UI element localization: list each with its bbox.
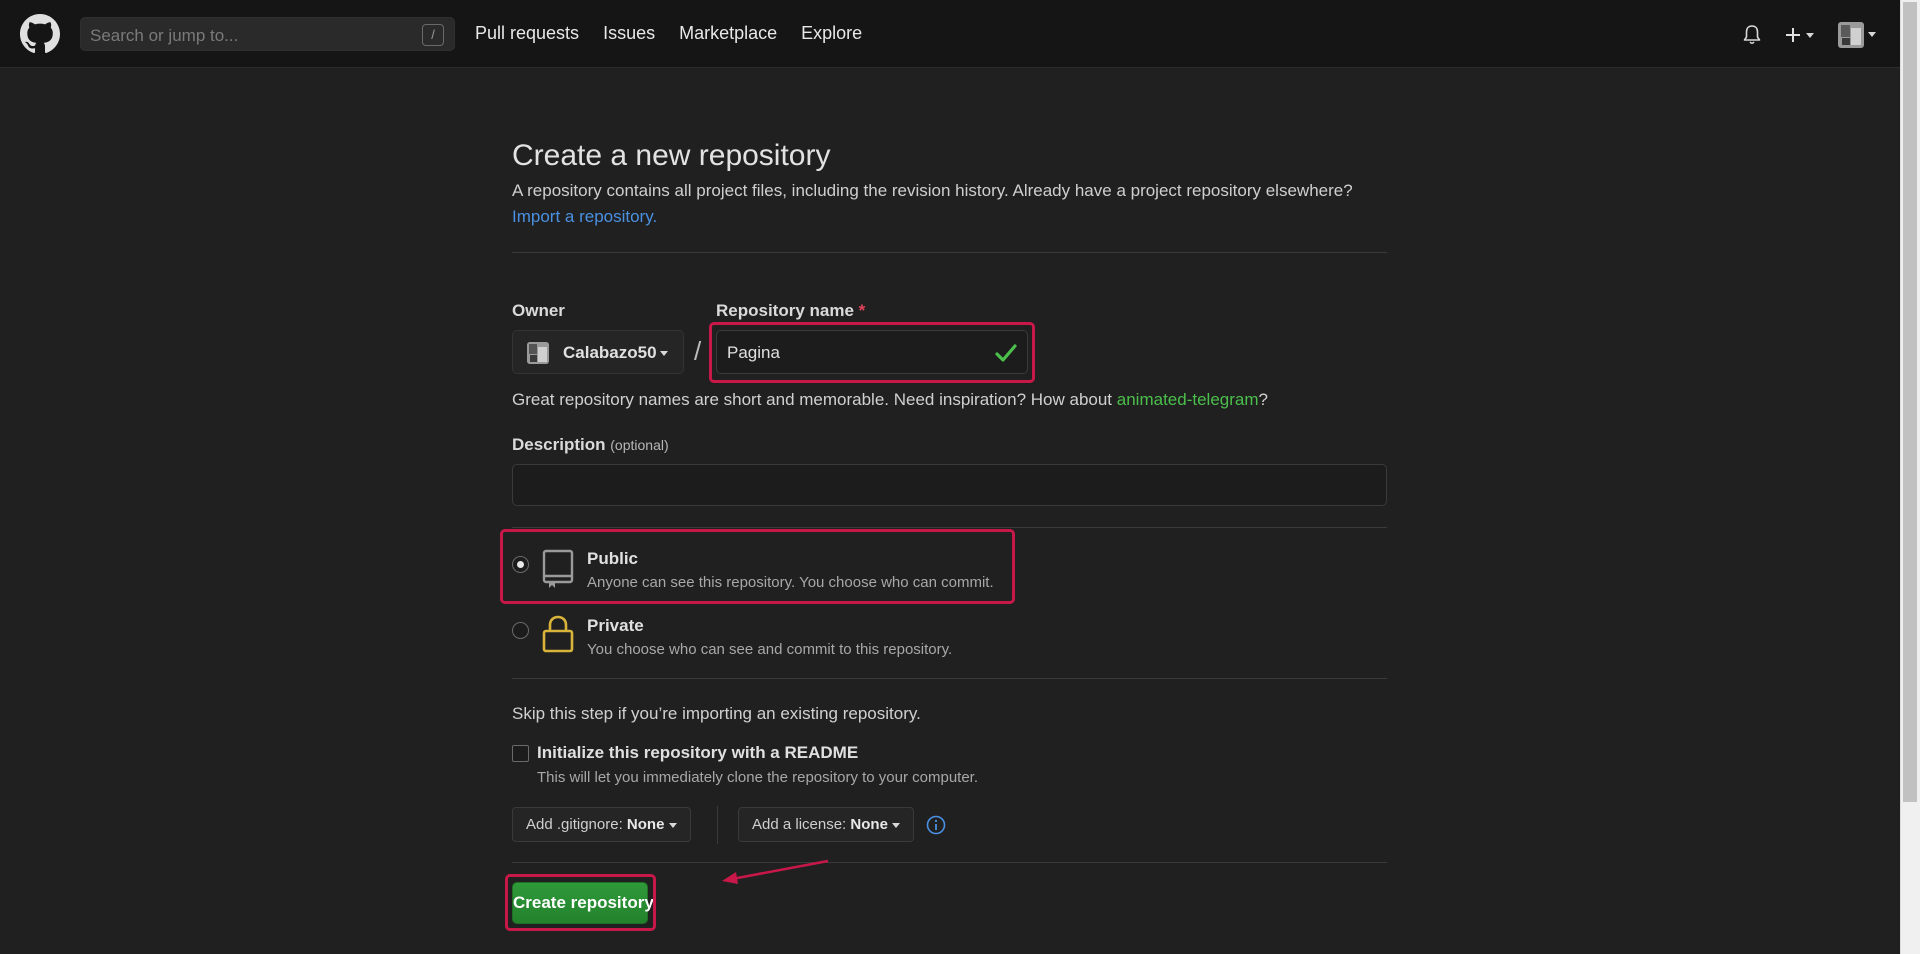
top-header: Search or jump to... / Pull requests Iss…	[0, 0, 1900, 68]
page-subtitle: A repository contains all project files,…	[512, 181, 1353, 200]
public-title: Public	[587, 549, 639, 568]
repository-name-label: Repository name *	[716, 301, 866, 320]
highlight-box-public	[500, 529, 1015, 604]
page-title: Create a new repository	[512, 139, 831, 172]
private-title: Private	[587, 616, 644, 635]
main-nav: Pull requests Issues Marketplace Explore	[475, 23, 862, 44]
owner-label: Owner	[512, 301, 565, 320]
chevron-down-icon	[660, 351, 668, 356]
divider	[512, 678, 1387, 679]
chevron-down-icon	[892, 822, 901, 828]
gitignore-select[interactable]: Add .gitignore: None	[512, 807, 691, 842]
description-label: Description (optional)	[512, 435, 669, 454]
nav-marketplace[interactable]: Marketplace	[679, 23, 777, 44]
create-repository-button[interactable]: Create repository	[512, 882, 654, 924]
user-avatar-menu[interactable]	[1838, 20, 1882, 50]
repo-icon	[542, 549, 574, 588]
repository-name-value: Pagina	[727, 343, 780, 362]
notifications-bell-icon[interactable]	[1742, 20, 1766, 50]
gitignore-value: None	[626, 816, 665, 833]
owner-repo-separator: /	[694, 336, 702, 366]
chevron-down-icon	[1868, 32, 1877, 38]
divider	[512, 252, 1387, 253]
nav-issues[interactable]: Issues	[603, 23, 655, 44]
init-readme-description: This will let you immediately clone the …	[537, 769, 979, 786]
lock-icon	[542, 615, 574, 653]
search-placeholder: Search or jump to...	[90, 26, 239, 45]
github-logo-icon[interactable]	[20, 14, 60, 54]
nav-pull-requests[interactable]: Pull requests	[475, 23, 579, 44]
check-icon	[995, 344, 1017, 362]
divider	[717, 806, 718, 844]
private-radio[interactable]	[512, 622, 529, 639]
description-input[interactable]	[512, 464, 1387, 506]
import-repository-link[interactable]: Import a repository.	[512, 207, 657, 227]
divider	[512, 862, 1387, 863]
owner-name: Calabazo50	[563, 343, 657, 362]
search-input[interactable]: Search or jump to... /	[80, 17, 455, 51]
name-suggestion-link[interactable]: animated-telegram	[1117, 390, 1259, 409]
gitignore-label: Add .gitignore:	[526, 816, 623, 833]
chevron-down-icon	[1806, 33, 1815, 39]
nav-explore[interactable]: Explore	[801, 23, 862, 44]
license-select[interactable]: Add a license: None	[738, 807, 915, 842]
private-description: You choose who can see and commit to thi…	[587, 641, 953, 658]
scrollbar-thumb[interactable]	[1903, 2, 1917, 802]
avatar	[1838, 22, 1864, 48]
required-mark: *	[858, 301, 866, 320]
owner-select[interactable]: Calabazo50	[512, 330, 684, 374]
info-icon[interactable]	[926, 815, 946, 835]
create-new-menu[interactable]	[1784, 20, 1820, 50]
divider	[512, 527, 1387, 528]
init-readme-title: Initialize this repository with a README	[537, 743, 859, 762]
skip-step-note: Skip this step if you’re importing an ex…	[512, 704, 921, 723]
repository-name-hint: Great repository names are short and mem…	[512, 390, 1268, 409]
search-shortcut-key: /	[422, 24, 444, 46]
annotation-arrow-icon	[722, 859, 829, 884]
plus-icon	[1786, 28, 1800, 42]
init-readme-checkbox[interactable]	[512, 745, 529, 762]
avatar	[527, 342, 549, 364]
public-radio[interactable]	[512, 556, 529, 573]
description-optional: (optional)	[610, 437, 669, 453]
repository-name-input[interactable]: Pagina	[716, 330, 1028, 374]
public-description: Anyone can see this repository. You choo…	[587, 574, 994, 591]
chevron-down-icon	[668, 822, 677, 828]
license-value: None	[850, 816, 888, 833]
license-label: Add a license:	[752, 816, 847, 833]
